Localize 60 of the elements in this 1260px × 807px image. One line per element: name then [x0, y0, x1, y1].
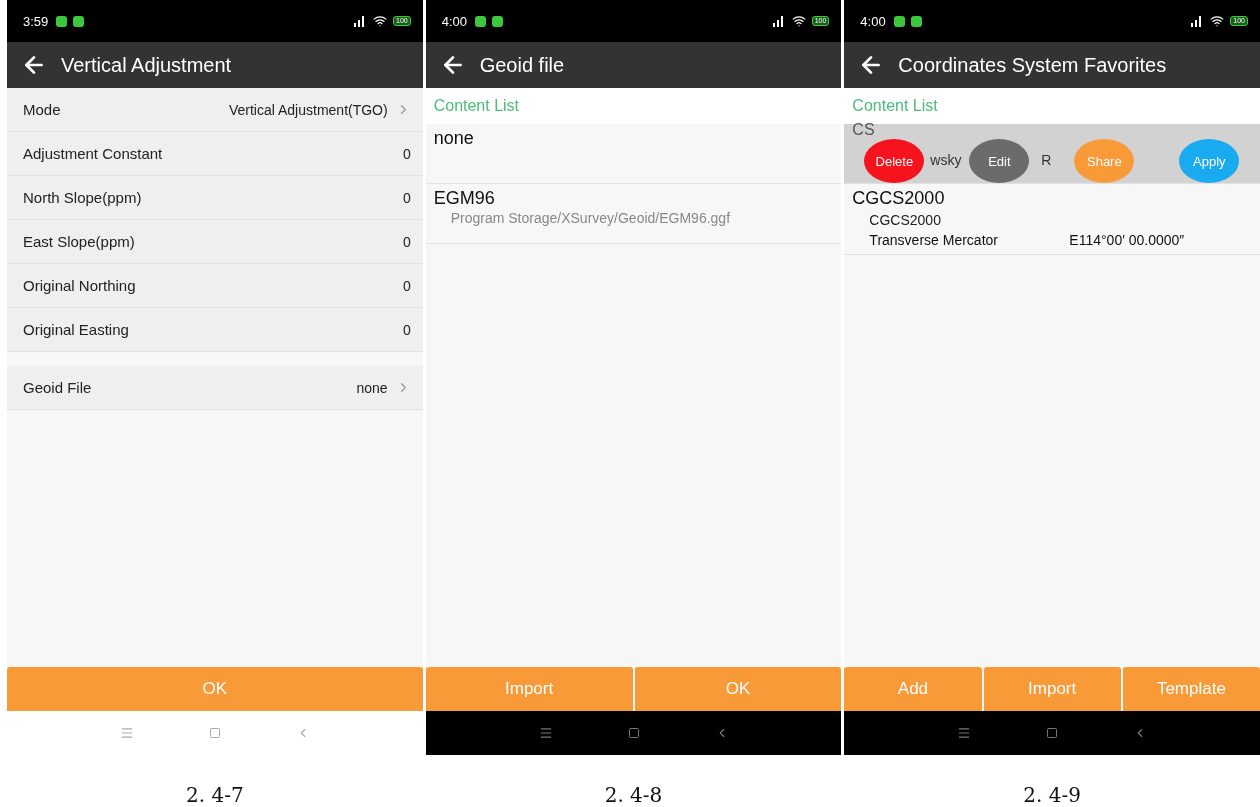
status-time: 3:59	[23, 13, 49, 29]
row-value: 0	[402, 277, 411, 294]
screen-title: Vertical Adjustment	[61, 53, 232, 77]
menu-icon[interactable]	[538, 726, 553, 740]
row-value: 0	[402, 145, 411, 162]
screen-title: Geoid file	[479, 53, 565, 77]
item-title: EGM96	[433, 187, 496, 210]
status-time: 4:00	[441, 13, 467, 29]
item-subtitle: CGCS2000	[868, 211, 942, 230]
item-title: CS	[852, 122, 875, 138]
home-icon[interactable]	[208, 727, 221, 739]
wifi-icon	[373, 14, 387, 28]
row-value: 0	[402, 189, 411, 206]
row-label: Adjustment Constant	[23, 145, 163, 162]
notification-icon	[475, 15, 486, 27]
wifi-icon	[791, 14, 806, 28]
row-label: East Slope(ppm)	[23, 233, 135, 250]
home-icon[interactable]	[627, 727, 640, 739]
status-time: 4:00	[860, 13, 886, 29]
signal-icon	[351, 15, 367, 27]
settings-row[interactable]: Adjustment Constant 0	[7, 132, 423, 176]
notification-icon	[56, 15, 68, 27]
home-icon[interactable]	[1046, 727, 1059, 739]
settings-row[interactable]: Geoid File none	[7, 366, 423, 410]
list-header: Content List	[844, 88, 1260, 124]
row-value: 0	[402, 233, 411, 250]
settings-row[interactable]: Original Northing 0	[7, 264, 423, 308]
notification-icon	[492, 15, 503, 27]
settings-row[interactable]: Mode Vertical Adjustment(TGO)	[7, 88, 423, 132]
settings-row[interactable]: Original Easting 0	[7, 308, 423, 352]
row-value: 0	[402, 321, 411, 338]
row-label: North Slope(ppm)	[23, 189, 142, 206]
row-label: Original Easting	[23, 321, 129, 338]
list-header: Content List	[425, 88, 842, 124]
list-item[interactable]: CS Delete wsky Edit R Share Apply	[844, 124, 1260, 184]
item-title: CGCS2000	[852, 187, 946, 210]
row-label: Original Northing	[23, 277, 136, 294]
item-subtitle: R	[1041, 152, 1052, 168]
settings-row[interactable]: East Slope(ppm) 0	[7, 220, 423, 264]
notification-icon	[73, 15, 85, 27]
figure-caption: 2. 4-7	[185, 782, 245, 807]
item-detail: Transverse Mercator	[869, 231, 999, 250]
file-path: Program Storage/XSurvey/Geoid/EGM96.ggf	[449, 210, 732, 226]
notification-icon	[893, 15, 905, 27]
swipe-action-button[interactable]: Edit	[969, 139, 1030, 183]
figure-caption: 2. 4-9	[1022, 782, 1082, 807]
screen-title: Coordinates System Favorites	[898, 53, 1167, 77]
item-detail: E114°00′ 00.0000″	[1069, 231, 1185, 250]
item-subtitle: wsky	[930, 152, 962, 168]
swipe-action-button[interactable]: Delete	[864, 139, 925, 183]
wifi-icon	[1210, 14, 1225, 28]
row-value: none	[356, 379, 388, 396]
menu-icon[interactable]	[957, 726, 972, 740]
figure-caption: 2. 4-8	[603, 782, 664, 807]
settings-row[interactable]: North Slope(ppm) 0	[7, 176, 423, 220]
item-title: none	[433, 127, 475, 150]
row-label: Geoid File	[23, 379, 92, 396]
row-value: Vertical Adjustment(TGO)	[228, 101, 388, 118]
row-label: Mode	[23, 101, 61, 118]
notification-icon	[910, 15, 922, 27]
